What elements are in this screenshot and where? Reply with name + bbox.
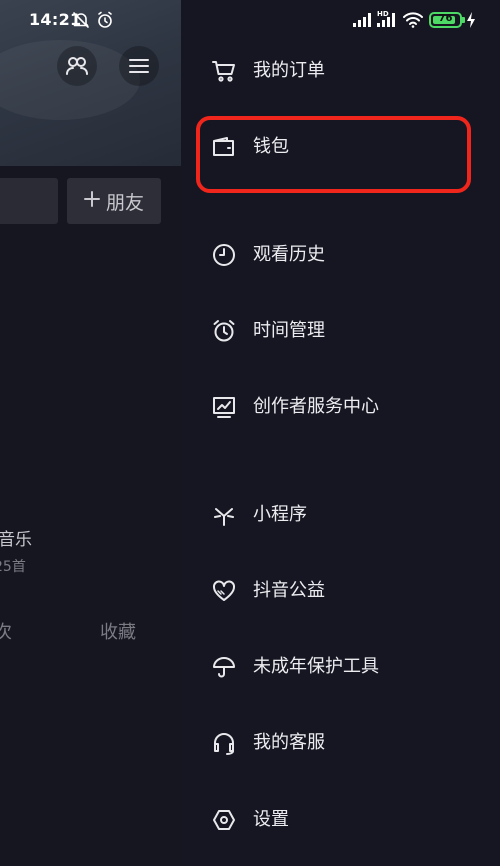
settings-hexagon-icon [213, 810, 235, 830]
battery-tip [462, 17, 465, 23]
menu-item-customer-service[interactable]: 我的客服 [181, 713, 500, 773]
cart-icon [212, 61, 235, 82]
menu-item-creator-center[interactable]: 创作者服务中心 [181, 377, 500, 437]
plus-icon [83, 190, 100, 212]
background-profile-page: 朋友 音乐 25首 次 收藏 [0, 0, 181, 866]
alarm-status-icon [98, 11, 112, 28]
battery-indicator: 76 [429, 12, 462, 28]
people-icon [66, 57, 88, 75]
menu-item-label: 我的订单 [253, 60, 325, 81]
menu-item-mini-programs[interactable]: 小程序 [181, 485, 500, 545]
music-count: 25首 [0, 559, 26, 575]
tab-partial[interactable]: 次 [0, 618, 12, 644]
friends-button[interactable] [57, 46, 97, 86]
add-friend-button[interactable]: 朋友 [67, 178, 161, 224]
asterisk-icon [214, 508, 234, 526]
add-friend-label: 朋友 [105, 191, 144, 214]
menu-item-my-orders[interactable]: 我的订单 [181, 41, 500, 101]
menu-item-label: 观看历史 [253, 244, 325, 265]
headset-icon [214, 733, 234, 755]
music-label: 音乐 [0, 530, 32, 550]
menu-item-label: 时间管理 [253, 320, 325, 341]
status-bar: 14:21 HD 76 [0, 0, 500, 40]
mute-notification-icon [73, 12, 89, 28]
chart-monitor-icon [213, 397, 235, 418]
menu-button[interactable] [119, 46, 159, 86]
menu-item-label: 未成年保护工具 [253, 656, 379, 677]
menu-item-label: 小程序 [253, 504, 307, 525]
menu-item-settings[interactable]: 设置 [181, 790, 500, 850]
menu-item-label: 我的客服 [253, 732, 325, 753]
charging-icon [467, 12, 475, 28]
signal-hd-icon: HD [377, 10, 395, 27]
umbrella-icon [213, 657, 235, 678]
menu-item-minor-protection[interactable]: 未成年保护工具 [181, 637, 500, 697]
search-box[interactable] [0, 178, 58, 224]
wallet-highlight-box [196, 116, 471, 193]
menu-item-charity[interactable]: 抖音公益 [181, 561, 500, 621]
hamburger-icon [129, 59, 149, 73]
menu-item-watch-history[interactable]: 观看历史 [181, 225, 500, 285]
menu-item-label: 设置 [253, 809, 289, 830]
menu-item-label: 创作者服务中心 [253, 396, 379, 417]
screen: 朋友 音乐 25首 次 收藏 14:21 HD [0, 0, 500, 866]
menu-item-time-management[interactable]: 时间管理 [181, 301, 500, 361]
tab-favorites[interactable]: 收藏 [100, 618, 136, 644]
battery-level: 76 [438, 13, 453, 24]
svg-text:HD: HD [377, 10, 389, 18]
alarm-icon [213, 320, 235, 342]
menu-item-label: 抖音公益 [253, 580, 325, 601]
signal-icon [353, 13, 371, 27]
wifi-icon [403, 12, 423, 28]
clock-icon [213, 244, 235, 266]
heart-icon [213, 580, 235, 601]
